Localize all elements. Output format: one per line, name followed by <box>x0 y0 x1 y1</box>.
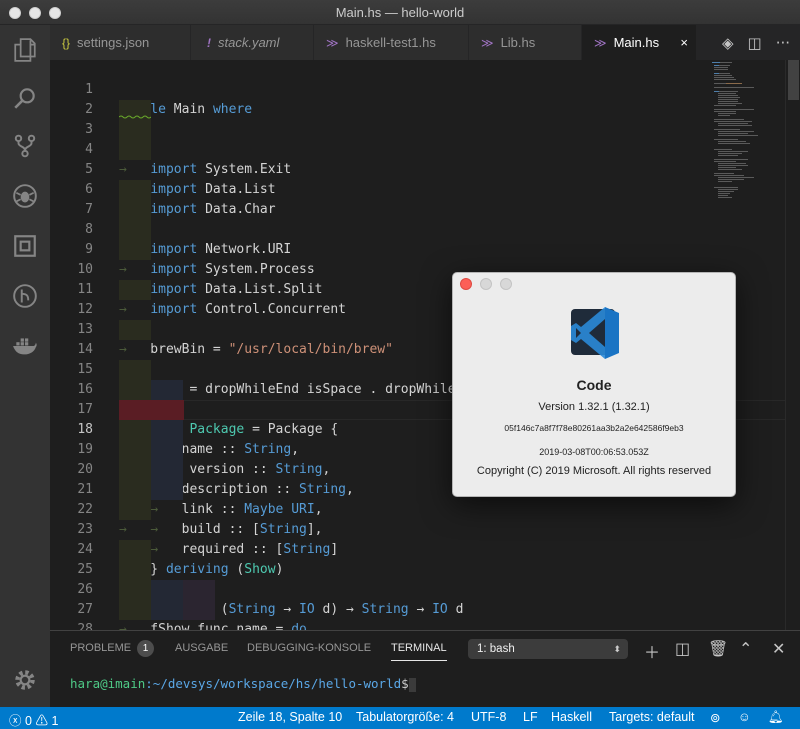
code-line: 23 → } deriving (Show) <box>50 500 785 577</box>
editor-scrollbar[interactable] <box>785 60 800 630</box>
terminal-cursor <box>408 677 416 692</box>
warning-count: 1 <box>51 714 59 728</box>
prompt-user: hara@imain <box>70 676 146 691</box>
prompt-path: :~/devsys/workspace/hs/hello-world <box>145 676 402 691</box>
commit-hash: 05f146c7a8f7f78e80261aa3b2a2e642586f9eb3 <box>504 423 684 433</box>
maximize-panel-icon[interactable]: ⌃ <box>739 639 752 658</box>
status-bar: ⓧ 0 ⚠ 1 Zeile 18, Spalte 10 Tabulatorgrö… <box>0 707 800 729</box>
dialog-close-button[interactable] <box>460 278 472 290</box>
yaml-icon: ! <box>207 35 211 50</box>
tab-output[interactable]: AUSGABE <box>175 642 228 654</box>
error-icon: ⓧ <box>9 714 22 728</box>
editor-tabs: {} settings.json ! stack.yaml ≫ haskell-… <box>50 25 800 60</box>
dialog-minimize-button <box>480 278 492 290</box>
code-line: 24 <box>50 520 785 557</box>
tab-problems[interactable]: PROBLEME <box>70 642 131 654</box>
minimap[interactable] <box>700 60 785 220</box>
docker-icon[interactable] <box>0 323 50 369</box>
dialog-zoom-button <box>500 278 512 290</box>
git-graph-icon[interactable] <box>0 273 50 319</box>
terminal-select[interactable]: 1: bash ⬍ <box>468 639 628 659</box>
code-line: 2 <box>50 80 785 117</box>
prompt-symbol: $ <box>401 676 409 691</box>
search-icon[interactable] <box>0 75 50 121</box>
tab-lib-hs[interactable]: ≫ Lib.hs <box>469 25 582 60</box>
targets[interactable]: Targets: default <box>609 710 694 724</box>
app-name: Code <box>576 377 612 393</box>
copyright: Copyright (C) 2019 Microsoft. All rights… <box>476 465 712 477</box>
scrollbar-thumb[interactable] <box>788 60 799 100</box>
notifications-bell-icon[interactable]: 🔔︎ <box>768 710 784 725</box>
window-title: Main.hs — hello-world <box>335 5 465 20</box>
code-line: 27 → → → putStrLn name <box>50 580 785 617</box>
broadcast-icon[interactable]: ⊚ <box>710 710 720 725</box>
code-line: 1 module Main where <box>50 60 785 117</box>
code-line: 26 → fShow func name = do <box>50 560 785 630</box>
settings-gear-icon[interactable] <box>0 657 50 703</box>
close-panel-icon[interactable]: ✕ <box>772 639 785 658</box>
code-line: 7 → import Network.URI <box>50 180 785 257</box>
about-dialog: Code Version 1.32.1 (1.32.1) 05f146c7a8f… <box>452 272 736 497</box>
activity-bar <box>0 25 50 707</box>
extensions-icon[interactable] <box>0 223 50 269</box>
tab-label: haskell-test1.hs <box>345 35 436 50</box>
git-diff-icon[interactable]: ◈ <box>722 34 734 52</box>
code-line: 4 → import Data.List <box>50 120 785 197</box>
split-editor-icon[interactable]: ◫ <box>748 34 762 52</box>
vscode-logo-icon <box>571 307 619 359</box>
feedback-smiley-icon[interactable]: ☺ <box>738 710 751 724</box>
code-line: 29 <box>50 620 785 630</box>
haskell-icon: ≫ <box>481 35 494 50</box>
close-tab-icon[interactable]: × <box>680 35 688 50</box>
code-line: 3 → import System.Exit <box>50 100 785 177</box>
code-line: 6 <box>50 160 785 197</box>
problems-status[interactable]: ⓧ 0 ⚠ 1 <box>9 710 58 729</box>
build-date: 2019-03-08T00:06:53.053Z <box>539 447 649 457</box>
trash-icon[interactable]: 🗑 <box>708 639 728 658</box>
select-arrow-icon: ⬍ <box>613 644 621 654</box>
code-line: 8 → import System.Process <box>50 200 785 277</box>
code-line: 25 → fShow :: (String → IO d) → String →… <box>50 540 785 617</box>
tab-size[interactable]: Tabulatorgröße: 4 <box>356 710 454 724</box>
tab-settings-json[interactable]: {} settings.json <box>50 25 191 60</box>
tab-label: settings.json <box>77 35 150 50</box>
tab-label: stack.yaml <box>218 35 280 50</box>
warning-squiggle <box>119 115 151 119</box>
haskell-icon: ≫ <box>326 35 339 50</box>
debug-icon[interactable] <box>0 173 50 219</box>
tab-label: Lib.hs <box>500 35 536 50</box>
problems-count-badge: 1 <box>137 640 154 657</box>
terminal-prompt[interactable]: hara@imain:~/devsys/workspace/hs/hello-w… <box>70 676 416 692</box>
bottom-panel: PROBLEME 1 AUSGABE DEBUGGING-KONSOLE TER… <box>50 630 800 707</box>
language-mode[interactable]: Haskell <box>551 710 592 724</box>
cursor-position[interactable]: Zeile 18, Spalte 10 <box>238 710 342 724</box>
tab-stack-yaml[interactable]: ! stack.yaml <box>191 25 314 60</box>
code-line: 10 → import Control.Concurrent <box>50 240 785 317</box>
tab-debug-console[interactable]: DEBUGGING-KONSOLE <box>247 642 371 654</box>
code-line: 5 → import Data.Char <box>50 140 785 217</box>
warning-icon: ⚠ <box>35 714 48 728</box>
terminal-select-value: 1: bash <box>477 643 515 655</box>
haskell-icon: ≫ <box>594 35 607 50</box>
dialog-window-controls <box>460 278 512 290</box>
new-terminal-icon[interactable]: ＋ <box>644 639 660 663</box>
tab-main-hs[interactable]: ≫ Main.hs × <box>582 25 697 60</box>
error-count: 0 <box>25 714 32 728</box>
editor-actions: ◈ ◫ ··· <box>711 25 800 60</box>
tab-label: Main.hs <box>613 35 660 50</box>
tab-terminal[interactable]: TERMINAL <box>391 642 447 661</box>
app-version: Version 1.32.1 (1.32.1) <box>538 401 650 413</box>
json-icon: {} <box>62 35 71 50</box>
split-terminal-icon[interactable]: ◫ <box>675 639 690 658</box>
code-line: 9 → import Data.List.Split <box>50 220 785 297</box>
code-line: 28 → → → func name <box>50 600 785 630</box>
tab-haskell-test1[interactable]: ≫ haskell-test1.hs <box>314 25 469 60</box>
explorer-icon[interactable] <box>0 27 50 73</box>
source-control-icon[interactable] <box>0 123 50 169</box>
title-bar: Main.hs — hello-world <box>0 0 800 25</box>
end-of-line[interactable]: LF <box>523 710 538 724</box>
more-actions-icon[interactable]: ··· <box>776 34 790 52</box>
encoding[interactable]: UTF-8 <box>471 710 506 724</box>
